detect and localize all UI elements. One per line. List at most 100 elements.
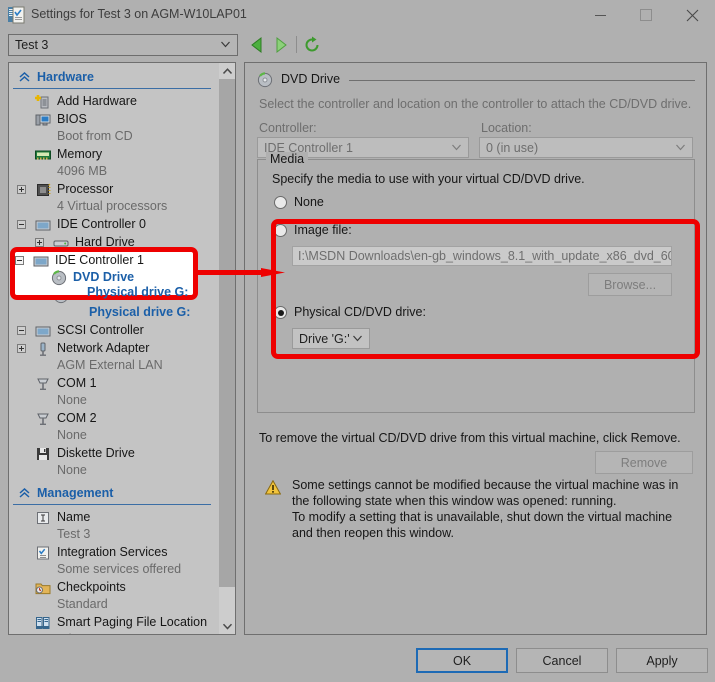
expander-plus-processor[interactable] — [17, 185, 26, 194]
tree-sublabel-bios: Boot from CD — [57, 129, 133, 143]
annotation-tree-contents: IDE Controller 1 DVD Drive Physical driv… — [15, 252, 193, 299]
minimize-button[interactable] — [577, 0, 623, 30]
browse-button[interactable]: Browse... — [588, 273, 672, 296]
expander-plus-network[interactable] — [17, 344, 26, 353]
tree-item-name[interactable]: Name — [9, 509, 219, 527]
scroll-up-button[interactable] — [219, 63, 235, 79]
tree-label-network-adapter: Network Adapter — [57, 341, 150, 355]
tree-label-add-hardware: Add Hardware — [57, 94, 137, 108]
minimize-icon — [594, 14, 606, 16]
network-adapter-icon — [35, 341, 51, 357]
tree-label-diskette-drive: Diskette Drive — [57, 446, 135, 460]
settings-document-icon — [8, 6, 25, 24]
physical-drive-select[interactable]: Drive 'G:' — [292, 328, 370, 349]
settings-tree: Hardware Add Hardware BIOS Boot from CD … — [9, 63, 219, 634]
nav-forward-button[interactable] — [272, 36, 290, 54]
remove-button[interactable]: Remove — [595, 451, 693, 474]
tree-sublabel-dvd-drive: Physical drive G: — [89, 305, 191, 319]
ok-button[interactable]: OK — [416, 648, 508, 673]
tree-item-ide-controller-0[interactable]: IDE Controller 0 — [9, 216, 219, 234]
settings-tree-pane: Hardware Add Hardware BIOS Boot from CD … — [8, 62, 236, 635]
tree-item-diskette-drive[interactable]: Diskette Drive — [9, 445, 219, 463]
group-header-hardware[interactable]: Hardware — [13, 68, 211, 89]
anno-label-ide-controller-1: IDE Controller 1 — [55, 253, 144, 267]
tree-sublabel-name: Test 3 — [57, 527, 91, 541]
tree-item-com-1[interactable]: COM 1 — [9, 375, 219, 393]
nav-back-button[interactable] — [248, 36, 266, 54]
tree-item-hard-drive[interactable]: Hard Drive — [9, 234, 219, 252]
group-title-hardware: Hardware — [37, 70, 94, 84]
section-rule — [349, 80, 695, 81]
group-title-management: Management — [37, 486, 114, 500]
tree-label-ide-controller-0: IDE Controller 0 — [57, 217, 146, 231]
dvd-drive-icon — [51, 270, 67, 289]
tree-item-scsi-controller[interactable]: SCSI Controller — [9, 322, 219, 340]
hard-drive-icon — [53, 235, 69, 251]
tree-label-processor: Processor — [57, 182, 114, 196]
warning-text-1: Some settings cannot be modified because… — [292, 478, 679, 508]
expander-plus-hard-drive[interactable] — [35, 238, 44, 247]
anno-label-dvd-drive: DVD Drive — [73, 270, 135, 284]
tree-item-network-adapter[interactable]: Network Adapter — [9, 340, 219, 358]
remove-instruction: To remove the virtual CD/DVD drive from … — [259, 431, 681, 445]
tree-label-hard-drive: Hard Drive — [75, 235, 135, 249]
tree-sub-diskette-drive: None — [9, 463, 219, 480]
tree-sub-processor: 4 Virtual processors — [9, 199, 219, 216]
com-port-icon — [35, 376, 51, 392]
radio-physical-drive-label: Physical CD/DVD drive: — [294, 305, 426, 319]
scrollbar-thumb[interactable] — [219, 79, 235, 587]
radio-none[interactable] — [274, 196, 287, 209]
bios-icon — [35, 112, 51, 128]
tree-sublabel-com-2: None — [57, 428, 87, 442]
tree-label-com-2: COM 2 — [57, 411, 97, 425]
cancel-button[interactable]: Cancel — [516, 648, 608, 673]
ide-controller-icon — [33, 253, 49, 272]
chevron-down-icon — [222, 623, 232, 630]
chevron-down-icon — [353, 335, 362, 342]
tree-sublabel-integration-services: Some services offered — [57, 562, 182, 576]
media-groupbox: Media Specify the media to use with your… — [257, 152, 695, 413]
diskette-drive-icon — [35, 446, 51, 462]
expander-minus-ide0[interactable] — [17, 220, 26, 229]
tree-item-memory[interactable]: Memory — [9, 146, 219, 164]
refresh-button[interactable] — [303, 36, 321, 54]
radio-physical-drive[interactable] — [274, 306, 287, 319]
tree-item-checkpoints[interactable]: Checkpoints — [9, 579, 219, 597]
tree-item-smart-paging-file-location[interactable]: Smart Paging File Location — [9, 614, 219, 632]
radio-image-file-label: Image file: — [294, 223, 352, 237]
smart-paging-icon — [35, 615, 51, 631]
chevron-down-icon — [452, 144, 461, 151]
image-path-input[interactable]: I:\MSDN Downloads\en-gb_windows_8.1_with… — [292, 246, 672, 266]
scsi-controller-icon — [35, 323, 51, 339]
tree-item-processor[interactable]: Processor — [9, 181, 219, 199]
toolbar-separator — [296, 36, 297, 53]
apply-button[interactable]: Apply — [616, 648, 708, 673]
maximize-button[interactable] — [623, 0, 669, 30]
sidebar-scrollbar[interactable] — [219, 63, 235, 634]
tree-item-bios[interactable]: BIOS — [9, 111, 219, 129]
tree-sub-name: Test 3 — [9, 527, 219, 544]
tree-sub-bios: Boot from CD — [9, 129, 219, 146]
section-header: DVD Drive — [257, 71, 695, 89]
radio-image-file[interactable] — [274, 224, 287, 237]
tree-sub-smart-paging-file-location: D:\Hyper-V — [9, 632, 219, 634]
scroll-down-button[interactable] — [219, 618, 235, 634]
vm-select[interactable]: Test 3 — [8, 34, 238, 56]
location-value: 0 (in use) — [486, 141, 539, 155]
tree-sublabel-checkpoints: Standard — [57, 597, 108, 611]
tree-item-add-hardware[interactable]: Add Hardware — [9, 93, 219, 111]
integration-services-icon — [35, 545, 51, 561]
section-description: Select the controller and location on th… — [259, 97, 692, 111]
location-select[interactable]: 0 (in use) — [479, 137, 693, 158]
collapse-chevron-icon — [19, 72, 30, 82]
tree-item-com-2[interactable]: COM 2 — [9, 410, 219, 428]
arrow-left-icon — [251, 36, 262, 54]
tree-item-integration-services[interactable]: Integration Services — [9, 544, 219, 562]
tree-sub-dvd-drive: Physical drive G: — [9, 305, 219, 322]
close-button[interactable] — [669, 0, 715, 30]
expander-minus-scsi[interactable] — [17, 326, 26, 335]
expander-minus-ide1-anno[interactable] — [15, 256, 24, 265]
maximize-icon — [640, 9, 652, 21]
tree-label-memory: Memory — [57, 147, 103, 161]
group-header-management[interactable]: Management — [13, 484, 211, 505]
